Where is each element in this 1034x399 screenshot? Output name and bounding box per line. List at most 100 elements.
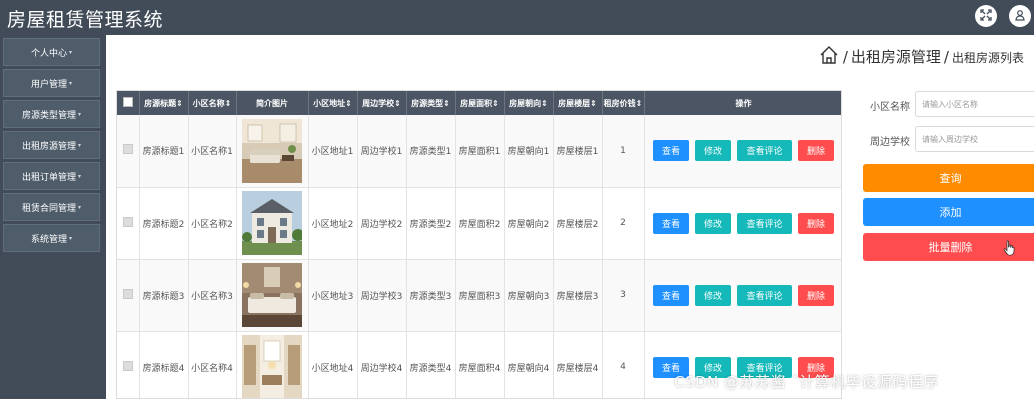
cell-address: 小区地址2 bbox=[308, 187, 358, 260]
cell-address: 小区地址3 bbox=[308, 259, 358, 332]
listing-photo-villa bbox=[242, 191, 302, 255]
cell-type: 房源类型1 bbox=[406, 115, 456, 188]
delete-button[interactable]: 删除 bbox=[798, 212, 834, 234]
sort-icon: ⇕ bbox=[635, 98, 643, 108]
cell-address: 小区地址4 bbox=[308, 331, 358, 398]
sort-icon: ⇕ bbox=[345, 98, 352, 108]
table-header-row: 房源标题⇕ 小区名称⇕ 简介图片 小区地址⇕ 周边学校⇕ 房源类型⇕ 房屋面积⇕… bbox=[117, 91, 841, 115]
column-header-type[interactable]: 房源类型⇕ bbox=[406, 91, 456, 115]
sidebar-item-label: 系统管理 bbox=[30, 234, 67, 245]
add-button[interactable]: 添加 bbox=[863, 198, 1034, 226]
sidebar: 个人中心 ▾ 用户管理 ▾ 房源类型管理 ▾ 出租房源管理 ▾ 出租订单管理 ▾ 租赁合同… bbox=[0, 35, 106, 399]
delete-button[interactable]: 删除 bbox=[798, 140, 834, 162]
row-actions: 查看 修改 查看评论 删除 bbox=[645, 140, 842, 162]
select-all-checkbox[interactable] bbox=[122, 97, 133, 107]
column-header-address[interactable]: 小区地址⇕ bbox=[308, 91, 358, 115]
chevron-down-icon: ▾ bbox=[69, 48, 73, 56]
chevron-down-icon: ▾ bbox=[78, 110, 82, 118]
sort-icon: ⇕ bbox=[176, 98, 183, 108]
sidebar-item-lease-contracts[interactable]: 租赁合同管理 ▾ bbox=[3, 193, 100, 221]
row-checkbox[interactable] bbox=[122, 288, 133, 299]
sidebar-item-users[interactable]: 用户管理 ▾ bbox=[3, 69, 100, 97]
row-checkbox[interactable] bbox=[122, 216, 133, 227]
cell-orientation: 房屋朝向2 bbox=[504, 187, 554, 260]
column-header-actions: 操作 bbox=[644, 91, 841, 115]
breadcrumb-separator: / bbox=[842, 47, 848, 66]
view-comments-button[interactable]: 查看评论 bbox=[737, 212, 792, 234]
sort-icon: ⇕ bbox=[492, 98, 499, 108]
cell-title: 房源标题3 bbox=[139, 259, 189, 332]
delete-button[interactable]: 删除 bbox=[798, 284, 834, 306]
cell-orientation: 房屋朝向4 bbox=[504, 331, 554, 398]
column-header-floor[interactable]: 房屋楼层⇕ bbox=[553, 91, 603, 115]
breadcrumb-rental-listings[interactable]: 出租房源管理 bbox=[851, 46, 941, 67]
sort-icon: ⇕ bbox=[224, 98, 232, 108]
chevron-down-icon: ▾ bbox=[69, 79, 73, 87]
sort-icon: ⇕ bbox=[394, 98, 401, 108]
table-row: 房源标题2 小区名称2 小区地址2 周边学校2 房源类型2 房屋面积2 房屋朝向… bbox=[117, 187, 842, 260]
cell-price: 4 bbox=[602, 331, 645, 398]
cell-price: 2 bbox=[602, 187, 645, 260]
view-button[interactable]: 查看 bbox=[653, 140, 689, 162]
cell-title: 房源标题1 bbox=[139, 115, 189, 188]
cell-title: 房源标题4 bbox=[139, 331, 189, 398]
chevron-down-icon: ▾ bbox=[78, 203, 82, 211]
breadcrumb-separator: / bbox=[943, 47, 949, 66]
listing-photo-bedroom bbox=[242, 263, 302, 327]
column-header-orientation[interactable]: 房屋朝向⇕ bbox=[504, 91, 554, 115]
column-header-school[interactable]: 周边学校⇕ bbox=[357, 91, 407, 115]
edit-button[interactable]: 修改 bbox=[695, 212, 731, 234]
select-all-cell[interactable] bbox=[117, 91, 140, 115]
column-header-title[interactable]: 房源标题⇕ bbox=[139, 91, 189, 115]
cell-community: 小区名称4 bbox=[188, 331, 237, 398]
chevron-down-icon: ▾ bbox=[78, 172, 82, 180]
sidebar-item-rental-orders[interactable]: 出租订单管理 ▾ bbox=[3, 162, 100, 190]
cell-orientation: 房屋朝向3 bbox=[504, 259, 554, 332]
listing-photo-living-room bbox=[242, 118, 302, 183]
column-header-price[interactable]: 租房价钱⇕ bbox=[602, 91, 645, 115]
cell-community: 小区名称3 bbox=[188, 259, 237, 332]
column-header-area[interactable]: 房屋面积⇕ bbox=[455, 91, 505, 115]
cell-orientation: 房屋朝向1 bbox=[504, 115, 554, 188]
cell-school: 周边学校3 bbox=[357, 259, 407, 332]
home-icon[interactable] bbox=[818, 44, 840, 69]
sort-icon: ⇕ bbox=[443, 98, 450, 108]
edit-button[interactable]: 修改 bbox=[695, 140, 731, 162]
fullscreen-icon bbox=[980, 8, 992, 24]
listings-table: 房源标题⇕ 小区名称⇕ 简介图片 小区地址⇕ 周边学校⇕ 房源类型⇕ 房屋面积⇕… bbox=[116, 90, 842, 399]
row-actions: 查看 修改 查看评论 删除 bbox=[645, 284, 842, 306]
cell-area: 房屋面积3 bbox=[455, 259, 505, 332]
edit-button[interactable]: 修改 bbox=[695, 284, 731, 306]
sidebar-item-rental-listings[interactable]: 出租房源管理 ▾ bbox=[3, 131, 100, 159]
cell-type: 房源类型4 bbox=[406, 331, 456, 398]
view-button[interactable]: 查看 bbox=[653, 284, 689, 306]
sidebar-item-system[interactable]: 系统管理 ▾ bbox=[3, 224, 100, 252]
table-row: 房源标题1 小区名称1 小区地址1 周边学校1 房源类型1 房屋面积1 房屋朝向… bbox=[117, 115, 842, 188]
top-header: 房屋租赁管理系统 bbox=[0, 0, 1034, 35]
view-comments-button[interactable]: 查看评论 bbox=[737, 140, 792, 162]
cell-type: 房源类型3 bbox=[406, 259, 456, 332]
fullscreen-button[interactable] bbox=[975, 5, 997, 27]
community-search-input[interactable]: 请输入小区名称 bbox=[915, 91, 1034, 117]
column-header-community[interactable]: 小区名称⇕ bbox=[188, 91, 237, 115]
row-actions: 查看 修改 查看评论 删除 bbox=[645, 212, 842, 234]
query-button[interactable]: 查询 bbox=[863, 164, 1034, 192]
cell-school: 周边学校1 bbox=[357, 115, 407, 188]
cell-community: 小区名称2 bbox=[188, 187, 237, 260]
user-icon bbox=[1014, 9, 1026, 24]
school-search-input[interactable]: 请输入周边学校 bbox=[915, 126, 1034, 152]
row-checkbox[interactable] bbox=[122, 360, 133, 371]
cell-area: 房屋面积4 bbox=[455, 331, 505, 398]
cell-floor: 房屋楼层3 bbox=[553, 259, 603, 332]
sidebar-item-listing-types[interactable]: 房源类型管理 ▾ bbox=[3, 100, 100, 128]
hand-cursor-icon bbox=[1003, 240, 1015, 256]
user-button[interactable] bbox=[1009, 5, 1031, 27]
sort-icon: ⇕ bbox=[541, 98, 548, 108]
view-comments-button[interactable]: 查看评论 bbox=[737, 284, 792, 306]
cell-floor: 房屋楼层1 bbox=[553, 115, 603, 188]
row-checkbox[interactable] bbox=[122, 144, 133, 155]
sort-icon: ⇕ bbox=[590, 98, 597, 108]
view-button[interactable]: 查看 bbox=[653, 212, 689, 234]
table-row: 房源标题3 小区名称3 小区地址3 周边学校3 房源类型3 房屋面积3 房屋朝向… bbox=[117, 259, 842, 332]
sidebar-item-personal-center[interactable]: 个人中心 ▾ bbox=[3, 38, 100, 66]
